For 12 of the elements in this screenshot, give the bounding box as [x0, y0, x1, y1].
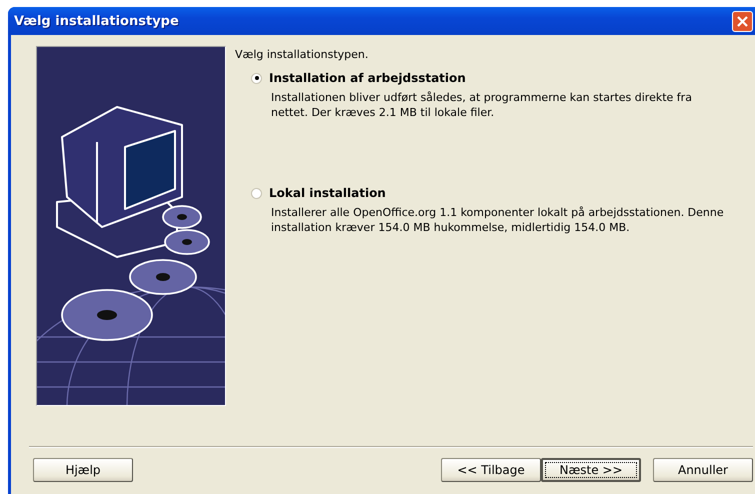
next-button[interactable]: Næste >> [541, 458, 641, 482]
cancel-button[interactable]: Annuller [653, 458, 753, 482]
back-button[interactable]: << Tilbage [441, 458, 541, 482]
instruction-text: Vælg installationstypen. [235, 48, 370, 61]
close-icon [736, 14, 749, 28]
radio-option[interactable]: Installation af arbejdsstation [251, 71, 731, 85]
radio-option[interactable]: Lokal installation [251, 186, 731, 200]
window-title: Vælg installationstype [14, 14, 179, 28]
option-description: Installationen bliver udført således, at programmerne kan startes direkte fra nettet. Der kræves 2.1 MB til lokale filer. [271, 90, 693, 120]
close-button[interactable] [732, 10, 753, 32]
help-button[interactable]: Hjælp [33, 458, 133, 482]
option-description: Installerer alle OpenOffice.org 1.1 komponenter lokalt på arbejdsstationen. Denne installation kræver 154.0 MB hukommelse, midlertidig 154.0 MB. [271, 205, 725, 235]
